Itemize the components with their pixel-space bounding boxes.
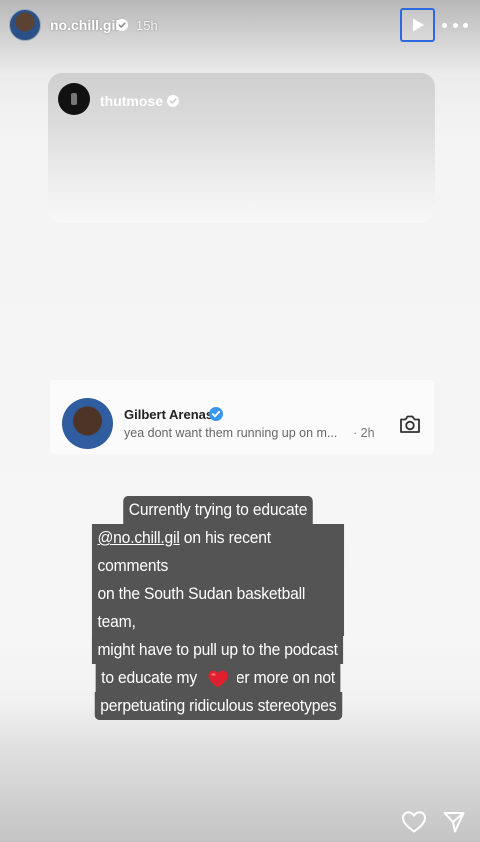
post-time: 15h: [136, 18, 158, 33]
caption-mention[interactable]: @no.chill.gil: [97, 528, 179, 547]
more-options-button[interactable]: [442, 16, 468, 34]
play-icon: [412, 18, 424, 32]
verified-icon: [167, 95, 179, 107]
red-heart-emoji: [199, 664, 237, 694]
caption-line: perpetuating ridiculous stereotypes: [94, 692, 342, 720]
more-dot: [463, 22, 468, 28]
caption-line: @no.chill.gil on his recent comments: [91, 524, 345, 580]
play-button[interactable]: [400, 8, 435, 42]
user-avatar[interactable]: [9, 9, 41, 41]
embedded-post-avatar[interactable]: [58, 83, 90, 115]
verified-icon: [116, 19, 128, 31]
heart-outline-icon[interactable]: [401, 810, 427, 834]
camera-icon[interactable]: [399, 414, 421, 434]
more-dot: [452, 22, 458, 28]
more-dot: [442, 22, 447, 28]
comment-text: yea dont want them running up on m...: [124, 426, 338, 440]
caption-line: on the South Sudan basketball team,: [91, 580, 345, 636]
red-heart-icon: [208, 670, 228, 688]
paper-plane-icon[interactable]: [442, 810, 466, 834]
story-header: no.chill.gil 15h: [0, 0, 480, 56]
comment-author-avatar[interactable]: [62, 398, 113, 449]
embedded-post[interactable]: thutmose: [48, 73, 435, 223]
comment-author-name[interactable]: Gilbert Arenas: [124, 407, 213, 422]
caption-line: Currently trying to educate: [123, 496, 313, 524]
embedded-post-username[interactable]: thutmose: [100, 93, 163, 109]
verified-icon: [209, 407, 223, 421]
comment-card[interactable]: Gilbert Arenas yea dont want them runnin…: [50, 380, 434, 454]
caption-line: might have to pull up to the podcast: [92, 636, 344, 664]
header-username[interactable]: no.chill.gil: [50, 17, 119, 33]
comment-time: · 2h: [353, 426, 375, 440]
